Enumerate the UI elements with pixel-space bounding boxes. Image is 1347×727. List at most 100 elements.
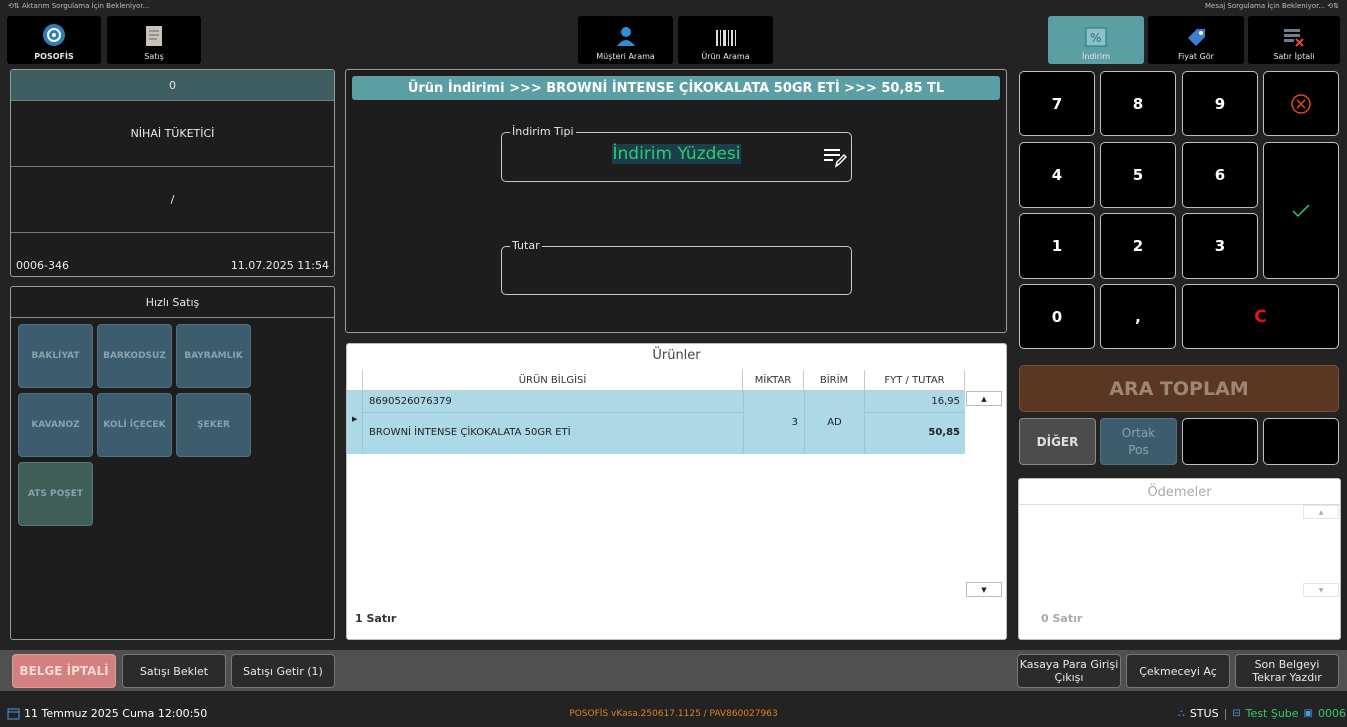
key-9[interactable]: 9: [1182, 71, 1258, 136]
cekmeceyi-ac-button[interactable]: Çekmeceyi Aç: [1126, 654, 1230, 688]
column-fyt-tutar[interactable]: FYT / TUTAR: [865, 370, 965, 391]
top-right-status: Mesaj Sorgulama İçin Bekleniyor... ⟲⇅: [1205, 2, 1339, 10]
belge-iptali-button[interactable]: BELGE İPTALİ: [12, 654, 116, 688]
fiyat-gor-button[interactable]: Fiyat Gör: [1148, 16, 1244, 64]
quick-sale-bakliyat[interactable]: BAKLİYAT: [18, 324, 93, 388]
column-miktar[interactable]: MİKTAR: [743, 370, 804, 391]
column-header-label: FYT / TUTAR: [884, 374, 945, 386]
products-row-count: 1 Satır: [355, 612, 396, 625]
column-birim[interactable]: BİRİM: [804, 370, 865, 391]
mesaj-status-text: Mesaj Sorgulama İçin Bekleniyor...: [1204, 2, 1326, 10]
ara-toplam-button[interactable]: ARA TOPLAM: [1019, 365, 1339, 412]
payments-scroll-up[interactable]: ▲: [1303, 505, 1339, 519]
payments-panel: Ödemeler ▲ ▼ 0 Satır: [1018, 478, 1341, 640]
clear-key[interactable]: C: [1182, 284, 1339, 349]
receipt-icon: [146, 26, 162, 46]
indirim-button[interactable]: % İndirim: [1048, 16, 1144, 64]
document-number: 0006-346: [16, 259, 69, 272]
barcode-icon: [715, 30, 736, 46]
ortak-pos-button[interactable]: Ortak Pos: [1100, 418, 1177, 465]
customer-name-row[interactable]: NİHAİ TÜKETİCİ: [11, 101, 334, 167]
sync-icon: ⟲⇅: [8, 2, 22, 10]
scroll-down-button[interactable]: ▼: [966, 582, 1002, 597]
satisi-getir-button[interactable]: Satışı Getir (1): [231, 654, 335, 688]
cancel-key[interactable]: [1263, 71, 1339, 136]
key-0[interactable]: 0: [1019, 284, 1095, 349]
diger-button[interactable]: DİĞER: [1019, 418, 1096, 465]
key-label: 8: [1132, 94, 1144, 113]
empty-payment-slot[interactable]: [1182, 418, 1258, 465]
satis-label: Satış: [144, 52, 164, 61]
quick-sale-bayramlik[interactable]: BAYRAMLIK: [176, 324, 251, 388]
list-edit-icon[interactable]: [823, 146, 847, 168]
discount-header: Ürün İndirimi >>> BROWNİ İNTENSE ÇİKOKAL…: [352, 76, 1000, 100]
column-urun-bilgisi[interactable]: ÜRÜN BİLGİSİ: [363, 370, 743, 391]
key-1[interactable]: 1: [1019, 213, 1095, 279]
branch-icon: ⊟: [1232, 708, 1241, 719]
key-8[interactable]: 8: [1100, 71, 1176, 136]
row-indicator-header: [347, 370, 363, 391]
footer-separator: |: [1223, 707, 1228, 720]
products-title-text: Ürünler: [652, 348, 701, 363]
product-barcode-text: 8690526076379: [369, 396, 452, 407]
key-6[interactable]: 6: [1182, 142, 1258, 208]
quick-sale-seker[interactable]: ŞEKER: [176, 393, 251, 457]
quick-sale-barkodsuz[interactable]: BARKODSUZ: [97, 324, 172, 388]
kasaya-para-button[interactable]: Kasaya Para Girişi Çıkışı: [1017, 654, 1121, 688]
satir-iptali-button[interactable]: Satır İptali: [1248, 16, 1340, 64]
posofis-button[interactable]: POSOFİS: [7, 16, 101, 64]
product-name-text: BROWNİ İNTENSE ÇİKOKALATA 50GR ETİ: [369, 427, 571, 438]
column-header-label: ÜRÜN BİLGİSİ: [518, 374, 587, 386]
quick-sale-ats-poset[interactable]: ATS POŞET: [18, 462, 93, 526]
key-7[interactable]: 7: [1019, 71, 1095, 136]
empty-payment-slot[interactable]: [1263, 418, 1339, 465]
quick-sale-title: Hızlı Satış: [11, 287, 334, 318]
kasaya-para-label: Kasaya Para Girişi Çıkışı: [1019, 658, 1119, 684]
son-belge-button[interactable]: Son Belgeyi Tekrar Yazdır: [1235, 654, 1339, 688]
footer-status: STUS: [1189, 707, 1219, 720]
key-4[interactable]: 4: [1019, 142, 1095, 208]
posofis-logo-icon: [43, 24, 65, 46]
ara-toplam-label: ARA TOPLAM: [1109, 377, 1249, 400]
key-label: 6: [1214, 166, 1226, 184]
key-label: 4: [1051, 166, 1063, 184]
products-title: Ürünler: [347, 348, 1006, 363]
musteri-arama-button[interactable]: Müşteri Arama: [578, 16, 673, 64]
satir-iptali-label: Satır İptali: [1273, 52, 1315, 61]
payments-scroll-down[interactable]: ▼: [1303, 583, 1339, 597]
scroll-up-button[interactable]: ▲: [966, 391, 1002, 406]
confirm-key[interactable]: [1263, 142, 1339, 279]
aktarim-status-text: Aktarım Sorgulama İçin Bekleniyor...: [21, 2, 150, 10]
urun-arama-button[interactable]: Ürün Arama: [678, 16, 773, 64]
quick-sale-label: KAVANOZ: [31, 420, 80, 430]
discount-type-field[interactable]: İndirim Tipi İndirim Yüzdesi: [501, 125, 852, 182]
top-left-status: ⟲⇅ Aktarım Sorgulama İçin Bekleniyor...: [8, 2, 149, 10]
arrow-down-icon: ▼: [1318, 586, 1324, 594]
key-comma[interactable]: ,: [1100, 284, 1176, 349]
row-divider: [865, 412, 965, 413]
product-unit-text: AD: [827, 417, 842, 428]
quick-sale-koli-icecek[interactable]: KOLİ İÇECEK: [97, 393, 172, 457]
posofis-label: POSOFİS: [34, 52, 74, 61]
customer-address-row: /: [11, 167, 334, 233]
user-icon: [616, 27, 635, 46]
checkmark-icon: [1292, 203, 1310, 217]
satisi-getir-label: Satışı Getir (1): [243, 664, 323, 678]
footer-version-text: POSOFİS vKasa.250617.1125 / PAV860027963: [569, 709, 778, 719]
key-2[interactable]: 2: [1100, 213, 1176, 279]
satis-button[interactable]: Satış: [107, 16, 201, 64]
discount-type-label: İndirim Tipi: [510, 125, 576, 138]
amount-field[interactable]: Tutar: [501, 239, 852, 295]
product-qty: 3: [743, 417, 798, 428]
customer-panel: 0 NİHAİ TÜKETİCİ / 0006-346 11.07.2025 1…: [10, 69, 335, 277]
key-5[interactable]: 5: [1100, 142, 1176, 208]
fiyat-gor-label: Fiyat Gör: [1178, 52, 1214, 61]
discount-type-value-wrap: İndirim Yüzdesi: [502, 144, 851, 164]
quick-sale-kavanoz[interactable]: KAVANOZ: [18, 393, 93, 457]
customer-code-text: 0: [169, 78, 176, 92]
satisi-beklet-button[interactable]: Satışı Beklet: [122, 654, 226, 688]
discount-panel: Ürün İndirimi >>> BROWNİ İNTENSE ÇİKOKAL…: [345, 69, 1007, 333]
key-label: 5: [1132, 166, 1144, 184]
key-label: 7: [1051, 94, 1063, 113]
key-3[interactable]: 3: [1182, 213, 1258, 279]
